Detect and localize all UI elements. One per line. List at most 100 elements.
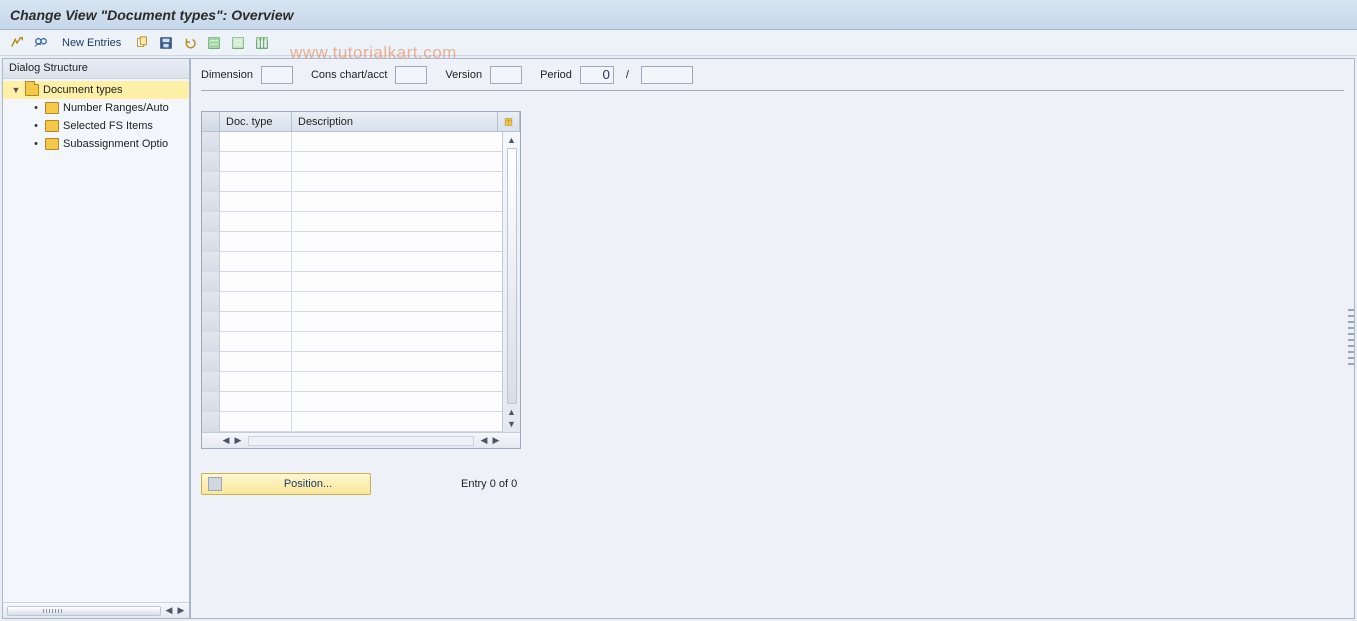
table-row[interactable] (202, 192, 502, 212)
save-icon[interactable] (157, 34, 175, 52)
dimension-input[interactable] (261, 66, 293, 84)
display-icon[interactable] (32, 34, 50, 52)
row-selector[interactable] (202, 412, 220, 431)
column-doc-type[interactable]: Doc. type (220, 112, 292, 131)
table-settings-icon[interactable] (253, 34, 271, 52)
collapse-icon[interactable]: ▼ (11, 85, 21, 95)
table-row[interactable] (202, 352, 502, 372)
table-row[interactable] (202, 252, 502, 272)
scroll-thumb[interactable] (507, 148, 517, 404)
cell-doc-type[interactable] (220, 132, 292, 151)
table-row[interactable] (202, 212, 502, 232)
new-entries-button[interactable]: New Entries (56, 35, 127, 51)
cell-description[interactable] (292, 192, 502, 211)
table-row[interactable] (202, 372, 502, 392)
scroll-track[interactable] (248, 436, 474, 446)
cell-doc-type[interactable] (220, 192, 292, 211)
scroll-right-end-icon[interactable]: ▶ (490, 435, 502, 447)
table-row[interactable] (202, 392, 502, 412)
cell-doc-type[interactable] (220, 312, 292, 331)
position-button[interactable]: Position... (201, 473, 371, 495)
row-selector[interactable] (202, 152, 220, 171)
undo-icon[interactable] (181, 34, 199, 52)
cell-description[interactable] (292, 132, 502, 151)
cell-doc-type[interactable] (220, 332, 292, 351)
cell-description[interactable] (292, 352, 502, 371)
cell-doc-type[interactable] (220, 352, 292, 371)
row-selector[interactable] (202, 372, 220, 391)
cell-description[interactable] (292, 392, 502, 411)
row-selector[interactable] (202, 252, 220, 271)
cell-doc-type[interactable] (220, 292, 292, 311)
row-selector[interactable] (202, 392, 220, 411)
select-all-icon[interactable] (205, 34, 223, 52)
cell-description[interactable] (292, 252, 502, 271)
table-row[interactable] (202, 272, 502, 292)
cell-description[interactable] (292, 152, 502, 171)
table-row[interactable] (202, 332, 502, 352)
cell-description[interactable] (292, 212, 502, 231)
table-row[interactable] (202, 232, 502, 252)
row-selector[interactable] (202, 312, 220, 331)
tree-item-number-ranges[interactable]: • Number Ranges/Auto (3, 99, 189, 117)
tree-item-document-types[interactable]: ▼ Document types (3, 81, 189, 99)
cell-doc-type[interactable] (220, 232, 292, 251)
row-selector[interactable] (202, 352, 220, 371)
column-description[interactable]: Description (292, 112, 498, 131)
table-row[interactable] (202, 172, 502, 192)
row-selector[interactable] (202, 272, 220, 291)
scroll-left-icon[interactable]: ◀ (163, 605, 175, 617)
scroll-right-icon[interactable]: ▶ (232, 435, 244, 447)
cell-description[interactable] (292, 272, 502, 291)
deselect-all-icon[interactable] (229, 34, 247, 52)
cell-description[interactable] (292, 172, 502, 191)
toggle-display-change-icon[interactable] (8, 34, 26, 52)
scroll-right-icon[interactable]: ▶ (175, 605, 187, 617)
cell-doc-type[interactable] (220, 272, 292, 291)
row-selector[interactable] (202, 212, 220, 231)
scroll-left-icon[interactable]: ◀ (220, 435, 232, 447)
vertical-splitter[interactable] (1348, 309, 1354, 369)
scroll-up-small-icon[interactable]: ▲ (506, 406, 518, 418)
tree-horizontal-scrollbar[interactable]: ◀ ▶ (3, 602, 189, 618)
cons-chart-input[interactable] (395, 66, 427, 84)
row-selector[interactable] (202, 332, 220, 351)
scroll-up-icon[interactable]: ▲ (506, 134, 518, 146)
scroll-left-end-icon[interactable]: ◀ (478, 435, 490, 447)
table-row[interactable] (202, 132, 502, 152)
period-input-a[interactable] (580, 66, 614, 84)
table-config-button[interactable] (498, 112, 520, 131)
row-selector[interactable] (202, 232, 220, 251)
cell-description[interactable] (292, 232, 502, 251)
row-selector[interactable] (202, 192, 220, 211)
copy-icon[interactable] (133, 34, 151, 52)
table-row[interactable] (202, 292, 502, 312)
table-row[interactable] (202, 152, 502, 172)
row-selector[interactable] (202, 132, 220, 151)
cell-description[interactable] (292, 332, 502, 351)
cell-description[interactable] (292, 312, 502, 331)
cell-doc-type[interactable] (220, 252, 292, 271)
period-input-b[interactable] (641, 66, 693, 84)
table-row[interactable] (202, 312, 502, 332)
cell-description[interactable] (292, 372, 502, 391)
table-vertical-scrollbar[interactable]: ▲ ▲ ▼ (502, 132, 520, 432)
cell-doc-type[interactable] (220, 372, 292, 391)
column-selector[interactable] (202, 112, 220, 131)
row-selector[interactable] (202, 172, 220, 191)
row-selector[interactable] (202, 292, 220, 311)
tree-item-selected-fs[interactable]: • Selected FS Items (3, 117, 189, 135)
scroll-down-icon[interactable]: ▼ (506, 418, 518, 430)
cell-doc-type[interactable] (220, 412, 292, 431)
table-horizontal-scrollbar[interactable]: ◀ ▶ ◀ ▶ (202, 432, 520, 448)
scroll-thumb[interactable] (7, 606, 161, 616)
cell-description[interactable] (292, 412, 502, 431)
tree-item-subassignment[interactable]: • Subassignment Optio (3, 135, 189, 153)
cell-description[interactable] (292, 292, 502, 311)
cell-doc-type[interactable] (220, 212, 292, 231)
cell-doc-type[interactable] (220, 172, 292, 191)
version-input[interactable] (490, 66, 522, 84)
cell-doc-type[interactable] (220, 152, 292, 171)
table-row[interactable] (202, 412, 502, 432)
cell-doc-type[interactable] (220, 392, 292, 411)
